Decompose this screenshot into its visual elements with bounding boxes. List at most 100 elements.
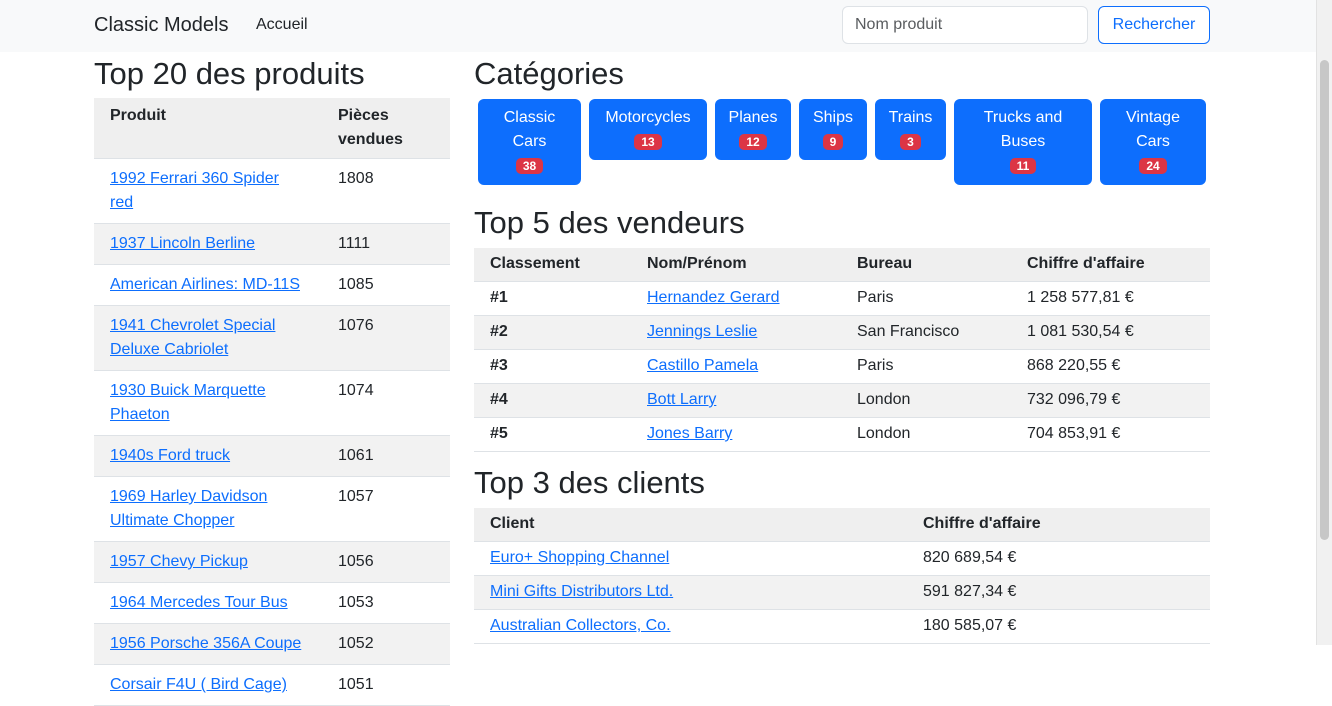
table-row: 1937 Lincoln Berline 1111: [94, 223, 450, 265]
table-row: #2 Jennings Leslie San Francisco 1 081 530,…: [474, 315, 1210, 350]
table-row: 1941 Chevrolet Special Deluxe Cabriolet 1…: [94, 305, 450, 371]
revenue-cell: 820 689,54 €: [923, 549, 1017, 566]
search-button[interactable]: Rechercher: [1098, 6, 1210, 44]
category-button-trains[interactable]: Trains 3: [875, 99, 946, 160]
sold-cell: 1074: [338, 382, 374, 399]
table-row: 1930 Buick Marquette Phaeton 1074: [94, 371, 450, 436]
search-input[interactable]: [842, 6, 1088, 44]
product-link[interactable]: 1964 Mercedes Tour Bus: [110, 594, 288, 611]
office-cell: London: [841, 383, 1011, 418]
sold-cell: 1052: [322, 623, 450, 665]
products-title: Top 20 des produits: [94, 56, 365, 91]
product-link[interactable]: American Airlines: MD-11S: [110, 276, 300, 293]
nav-home-link[interactable]: Accueil: [256, 16, 308, 34]
table-row: 1957 Chevy Pickup 1056: [94, 541, 450, 583]
vendor-link[interactable]: Hernandez Gerard: [647, 289, 780, 306]
category-label: Trains: [888, 109, 933, 126]
brand-link[interactable]: Classic Models: [94, 14, 228, 37]
vendors-table: Classement Nom/Prénom Bureau Chiffre d'a…: [474, 248, 1210, 452]
product-link[interactable]: 1956 Porsche 356A Coupe: [110, 635, 301, 652]
col-office-header: Bureau: [841, 248, 1011, 282]
table-row: 1940s Ford truck 1061: [94, 435, 450, 477]
table-row: Mini Gifts Distributors Ltd. 591 827,34 €: [474, 575, 1210, 610]
table-row: #4 Bott Larry London 732 096,79 €: [474, 383, 1210, 418]
client-link[interactable]: Mini Gifts Distributors Ltd.: [490, 583, 673, 600]
table-row: 1964 Mercedes Tour Bus 1053: [94, 583, 450, 624]
category-label: Trucks and Buses: [983, 109, 1063, 150]
category-label: Vintage Cars: [1126, 109, 1180, 150]
vendor-link[interactable]: Bott Larry: [647, 391, 716, 408]
product-link[interactable]: 1957 Chevy Pickup: [110, 553, 248, 570]
table-row: #1 Hernandez Gerard Paris 1 258 577,81 €: [474, 282, 1210, 316]
table-row: #5 Jones Barry London 704 853,91 €: [474, 418, 1210, 452]
category-label: Motorcycles: [605, 109, 691, 126]
category-count-badge: 9: [822, 134, 844, 150]
clients-title: Top 3 des clients: [474, 465, 705, 500]
clients-header-row: Client Chiffre d'affaire: [474, 508, 1210, 542]
category-label: Ships: [812, 109, 854, 126]
rank-cell: #5: [490, 425, 508, 442]
product-link[interactable]: 1940s Ford truck: [110, 447, 230, 464]
category-button-classic-cars[interactable]: Classic Cars 38: [478, 99, 581, 185]
product-link[interactable]: 1941 Chevrolet Special Deluxe Cabriolet: [110, 317, 275, 358]
vendors-header-row: Classement Nom/Prénom Bureau Chiffre d'a…: [474, 248, 1210, 282]
products-header-row: Produit Pièces vendues: [94, 98, 450, 159]
category-button-motorcycles[interactable]: Motorcycles 13: [589, 99, 707, 160]
product-link[interactable]: 1969 Harley Davidson Ultimate Chopper: [110, 488, 267, 529]
col-revenue-header: Chiffre d'affaire: [1011, 248, 1210, 282]
revenue-cell: 1 258 577,81 €: [1027, 289, 1134, 306]
vendor-link[interactable]: Jones Barry: [647, 425, 732, 442]
categories-title: Catégories: [474, 56, 624, 91]
navbar: Classic Models Accueil Rechercher: [0, 0, 1316, 52]
client-link[interactable]: Australian Collectors, Co.: [490, 617, 671, 634]
office-cell: Paris: [857, 357, 894, 374]
vendor-link[interactable]: Jennings Leslie: [647, 323, 757, 340]
product-link[interactable]: 1992 Ferrari 360 Spider red: [110, 170, 279, 211]
revenue-cell: 868 220,55 €: [1027, 357, 1121, 374]
clients-table: Client Chiffre d'affaire Euro+ Shopping …: [474, 508, 1210, 644]
category-button-vintage-cars[interactable]: Vintage Cars 24: [1100, 99, 1206, 185]
office-cell: Paris: [857, 289, 894, 306]
col-name-header: Nom/Prénom: [631, 248, 841, 282]
table-row: 1992 Ferrari 360 Spider red 1808: [94, 159, 450, 224]
revenue-cell: 1 081 530,54 €: [1011, 315, 1210, 350]
sold-cell: 1051: [338, 676, 374, 693]
revenue-cell: 732 096,79 €: [1011, 383, 1210, 418]
col-rank-header: Classement: [474, 248, 631, 282]
sold-cell: 1076: [322, 305, 450, 371]
revenue-cell: 591 827,34 €: [907, 575, 1210, 610]
office-cell: London: [857, 425, 911, 442]
office-cell: San Francisco: [841, 315, 1011, 350]
rank-cell: #2: [474, 315, 631, 350]
client-link[interactable]: Euro+ Shopping Channel: [490, 549, 669, 566]
category-count-badge: 3: [900, 134, 921, 150]
rank-cell: #1: [490, 289, 508, 306]
scrollbar-thumb[interactable]: [1320, 60, 1329, 540]
vendors-title: Top 5 des vendeurs: [474, 205, 745, 240]
table-row: 1956 Porsche 356A Coupe 1052: [94, 623, 450, 665]
category-label: Classic Cars: [503, 109, 556, 150]
table-row: Corsair F4U ( Bird Cage) 1051: [94, 665, 450, 706]
category-button-ships[interactable]: Ships 9: [799, 99, 867, 160]
revenue-cell: 704 853,91 €: [1027, 425, 1121, 442]
product-link[interactable]: 1937 Lincoln Berline: [110, 235, 255, 252]
table-row: 1969 Harley Davidson Ultimate Chopper 105…: [94, 477, 450, 542]
col-sold-header: Pièces vendues: [322, 98, 450, 159]
sold-cell: 1808: [338, 170, 374, 187]
category-button-planes[interactable]: Planes 12: [715, 99, 791, 160]
table-row: #3 Castillo Pamela Paris 868 220,55 €: [474, 350, 1210, 384]
product-link[interactable]: 1930 Buick Marquette Phaeton: [110, 382, 266, 423]
category-count-badge: 24: [1139, 158, 1167, 174]
table-row: Australian Collectors, Co. 180 585,07 €: [474, 610, 1210, 644]
rank-cell: #4: [474, 383, 631, 418]
col-client-header: Client: [474, 508, 907, 542]
sold-cell: 1056: [322, 541, 450, 583]
vendor-link[interactable]: Castillo Pamela: [647, 357, 758, 374]
product-link[interactable]: Corsair F4U ( Bird Cage): [110, 676, 287, 693]
category-count-badge: 12: [739, 134, 767, 150]
category-button-trucks-and-buses[interactable]: Trucks and Buses 11: [954, 99, 1092, 185]
revenue-cell: 180 585,07 €: [923, 617, 1017, 634]
table-row: American Airlines: MD-11S 1085: [94, 265, 450, 306]
category-count-badge: 38: [515, 158, 544, 174]
page-scrollbar[interactable]: [1316, 0, 1332, 645]
